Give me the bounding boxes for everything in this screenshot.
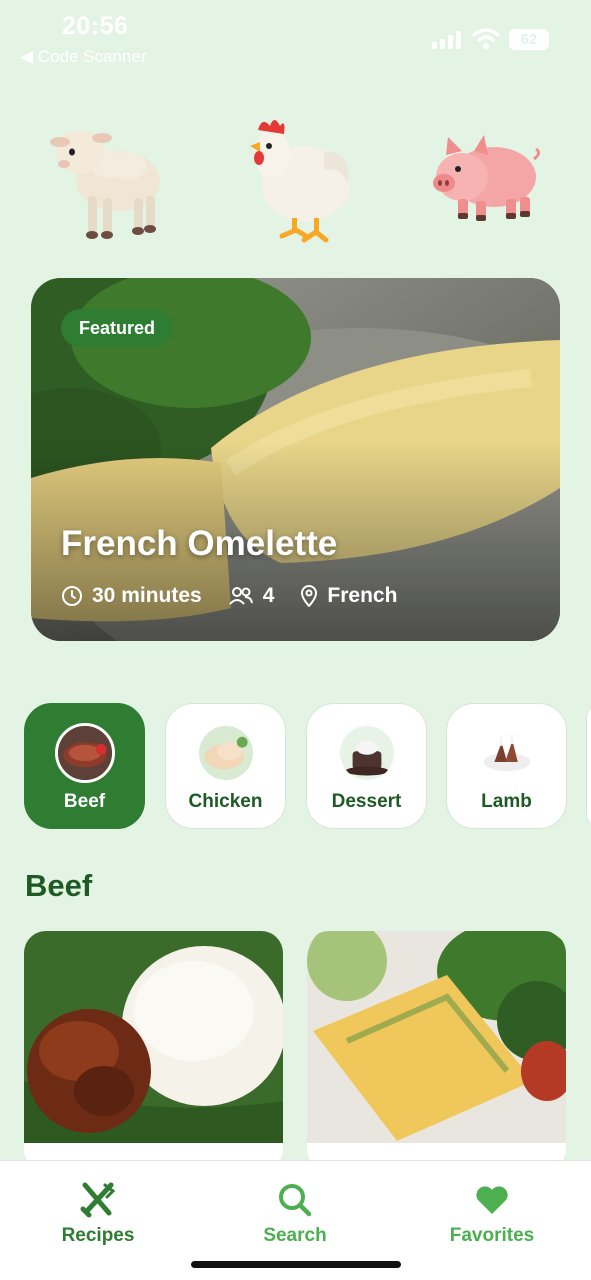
featured-meta: 30 minutes 4 French <box>61 584 423 608</box>
category-lamb[interactable]: Lamb <box>446 703 567 829</box>
category-label: Dessert <box>331 791 402 812</box>
featured-title: French Omelette <box>61 524 338 563</box>
beef-thumbnail <box>55 723 115 783</box>
category-label: Lamb <box>481 791 532 812</box>
nav-search-label: Search <box>263 1225 327 1246</box>
category-beef[interactable]: Beef <box>24 703 145 829</box>
chicken-icon[interactable] <box>244 112 356 244</box>
battery-icon: 62 <box>509 29 549 50</box>
sheep-icon[interactable] <box>48 116 163 241</box>
dessert-thumbnail <box>337 723 397 783</box>
category-label: Chicken <box>188 791 263 812</box>
home-indicator <box>191 1261 401 1268</box>
chicken-thumbnail <box>196 723 256 783</box>
pig-icon[interactable] <box>432 133 540 223</box>
nav-recipes-label: Recipes <box>61 1225 135 1246</box>
omelette-slice-image <box>307 931 566 1143</box>
section-title: Beef <box>25 868 93 903</box>
back-to-app-link[interactable]: ◀ Code Scanner <box>20 47 146 67</box>
search-icon <box>279 1184 312 1217</box>
featured-cuisine: French <box>300 584 397 608</box>
featured-recipe-card[interactable]: Featured French Omelette 30 minutes 4 Fr… <box>31 278 560 641</box>
featured-servings-text: 4 <box>262 584 275 607</box>
recipe-card[interactable] <box>307 931 566 1171</box>
nav-favorites-label: Favorites <box>449 1225 535 1246</box>
category-chicken[interactable]: Chicken <box>165 703 286 829</box>
beef-rice-dish-image <box>24 931 283 1143</box>
battery-level: 62 <box>520 31 538 48</box>
category-dessert[interactable]: Dessert <box>306 703 427 829</box>
featured-cuisine-text: French <box>327 584 398 607</box>
nav-favorites[interactable]: Favorites <box>422 1181 562 1247</box>
people-icon <box>228 587 253 605</box>
featured-servings: 4 <box>228 584 275 608</box>
featured-badge: Featured <box>61 309 174 347</box>
category-next-peek[interactable] <box>586 703 591 829</box>
status-time: 20:56 <box>62 12 129 40</box>
signal-icon <box>432 30 462 49</box>
status-bar: 20:56 ◀ Code Scanner 62 <box>0 0 591 72</box>
lamb-thumbnail <box>477 723 537 783</box>
category-label: Beef <box>63 791 106 812</box>
nav-search[interactable]: Search <box>225 1181 365 1247</box>
featured-time-text: 30 minutes <box>92 584 202 607</box>
wifi-icon <box>472 28 500 49</box>
clock-icon <box>62 586 82 606</box>
fork-knife-icon <box>80 1182 116 1218</box>
recipe-card[interactable] <box>24 931 283 1171</box>
nav-recipes[interactable]: Recipes <box>28 1181 168 1247</box>
featured-time: 30 minutes <box>61 584 202 608</box>
heart-icon <box>476 1186 508 1214</box>
location-pin-icon <box>301 585 318 607</box>
